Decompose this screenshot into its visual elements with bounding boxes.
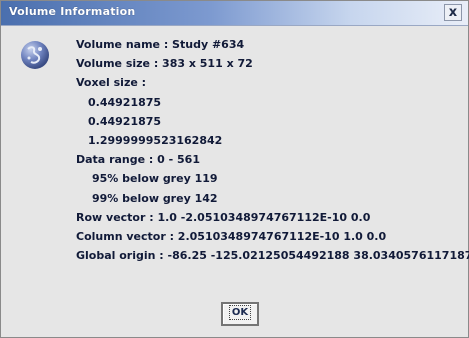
row-vector-text: Row vector : 1.0 -2.0510348974767112E-10… (76, 210, 371, 224)
ok-button[interactable]: OK (221, 302, 259, 326)
ok-button-label: OK (228, 305, 252, 320)
percentile-95-text: 95% below grey 119 (92, 172, 218, 186)
voxel-size-x: 0.44921875 (88, 95, 162, 109)
volume-name-text: Volume name : Study #634 (76, 38, 245, 51)
global-origin-text: Global origin : -86.25 -125.021250544921… (76, 249, 469, 263)
info-globe-icon (21, 41, 49, 69)
volume-information-dialog: Volume Information x Volume name : Study… (0, 0, 469, 338)
column-vector-text: Column vector : 2.0510348974767112E-10 1… (76, 229, 387, 243)
percentile-99-text: 99% below grey 142 (92, 191, 218, 205)
voxel-size-y: 0.44921875 (88, 114, 162, 128)
data-range-text: Data range : 0 - 561 (76, 153, 200, 167)
info-content: Volume name : Study #634 Volume size : 3… (76, 35, 469, 265)
close-button[interactable]: x (444, 4, 462, 21)
voxel-size-z: 1.2999999523162842 (88, 133, 223, 147)
voxel-size-label: Voxel size : (76, 76, 147, 90)
volume-size-text: Volume size : 383 x 511 x 72 (76, 57, 253, 71)
title-bar[interactable]: Volume Information x (1, 1, 468, 26)
window-title: Volume Information (9, 5, 136, 18)
